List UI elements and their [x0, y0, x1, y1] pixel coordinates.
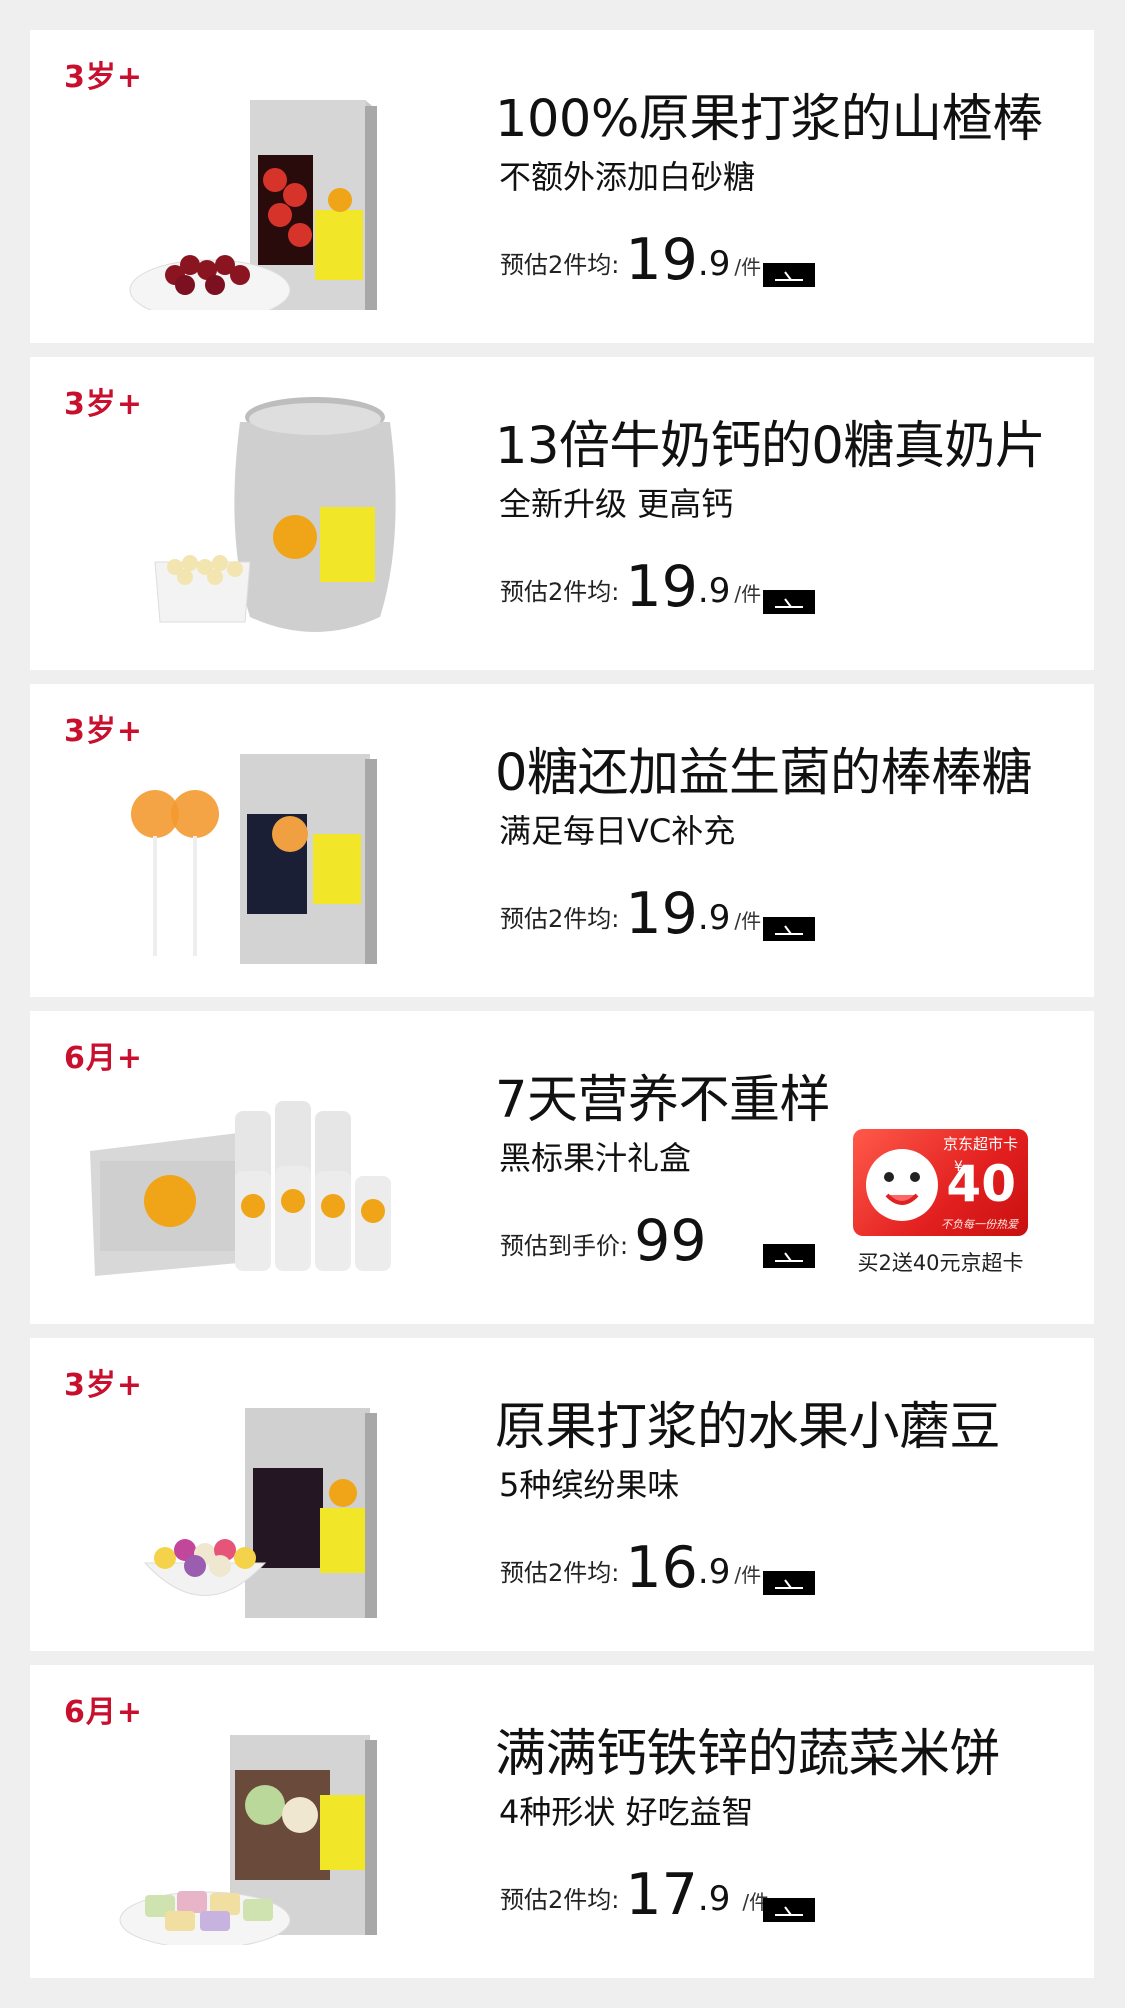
product-image[interactable]	[115, 387, 415, 637]
buy-arrow-icon[interactable]	[763, 1898, 815, 1922]
gift-slogan: 不负每一份热爱	[941, 1218, 1018, 1231]
product-card-juice-gift[interactable]: 6月+ 7天营养不重样 黑标果汁礼盒 预估到手价: 99 京东超市卡 ¥ 40 …	[30, 1011, 1094, 1324]
product-subtitle: 全新升级 更高钙	[499, 485, 734, 523]
price-prefix: 预估2件均:	[500, 1559, 620, 1587]
product-image[interactable]	[115, 1695, 415, 1949]
price-row: 预估2件均: 17 .9 /件	[500, 1865, 769, 1925]
mascot-dog-icon	[866, 1149, 938, 1221]
supermarket-gift-card[interactable]: 京东超市卡 ¥ 40 不负每一份热爱	[853, 1129, 1028, 1236]
price-unit: /件	[734, 255, 762, 279]
product-card-fruit-melts[interactable]: 3岁+ 原果打浆的水果小蘑豆 5种缤纷果味 预估2件均: 16 .9 /件	[30, 1338, 1094, 1651]
price-integer: 19	[625, 227, 698, 293]
product-subtitle: 满足每日VC补充	[499, 812, 736, 850]
price-unit: /件	[734, 909, 762, 933]
product-title: 7天营养不重样	[495, 1071, 830, 1130]
price-integer: 99	[634, 1208, 707, 1274]
buy-arrow-icon[interactable]	[763, 590, 815, 614]
product-title: 13倍牛奶钙的0糖真奶片	[495, 417, 1046, 476]
product-subtitle: 4种形状 好吃益智	[499, 1793, 754, 1831]
product-title: 0糖还加益生菌的棒棒糖	[495, 744, 1032, 803]
price-row: 预估2件均: 19 .9 /件	[500, 230, 761, 290]
price-row: 预估到手价: 99	[500, 1211, 707, 1271]
product-image[interactable]	[85, 1041, 445, 1291]
product-image[interactable]	[115, 714, 415, 974]
price-prefix: 预估2件均:	[500, 578, 620, 606]
buy-arrow-icon[interactable]	[763, 1244, 815, 1268]
price-unit: /件	[734, 582, 762, 606]
buy-arrow-icon[interactable]	[763, 263, 815, 287]
price-prefix: 预估2件均:	[500, 905, 620, 933]
price-decimal: .9	[697, 1552, 731, 1592]
price-integer: 19	[625, 881, 698, 947]
price-prefix: 预估2件均:	[500, 251, 620, 279]
buy-arrow-icon[interactable]	[763, 1571, 815, 1595]
product-title: 100%原果打浆的山楂棒	[495, 90, 1043, 149]
gift-amount: 40	[946, 1155, 1016, 1213]
price-row: 预估2件均: 19 .9 /件	[500, 884, 761, 944]
gift-card-title: 京东超市卡	[942, 1135, 1018, 1153]
price-prefix: 预估到手价:	[500, 1232, 629, 1260]
price-row: 预估2件均: 19 .9 /件	[500, 557, 761, 617]
price-decimal: .9	[697, 1879, 731, 1919]
product-subtitle: 不额外添加白砂糖	[499, 158, 756, 196]
product-card-lollipop[interactable]: 3岁+ 0糖还加益生菌的棒棒糖 满足每日VC补充 预估2件均: 19 .9 /件	[30, 684, 1094, 997]
product-title: 满满钙铁锌的蔬菜米饼	[495, 1725, 1001, 1784]
product-title: 原果打浆的水果小蘑豆	[495, 1398, 1001, 1457]
price-decimal: .9	[697, 244, 731, 284]
product-card-milk-tablets[interactable]: 3岁+ 13倍牛奶钙的0糖真奶片 全新升级 更高钙 预估2件均: 19 .9 /…	[30, 357, 1094, 670]
product-card-hawthorn[interactable]: 3岁+ 100%原果打浆的山楂棒 不额外添加白砂糖 预估2件均: 19 .9 /…	[30, 30, 1094, 343]
price-integer: 19	[625, 554, 698, 620]
price-unit: /件	[734, 1563, 762, 1587]
buy-arrow-icon[interactable]	[763, 917, 815, 941]
price-prefix: 预估2件均:	[500, 1886, 620, 1914]
price-integer: 17	[625, 1862, 698, 1928]
price-decimal: .9	[697, 898, 731, 938]
price-row: 预估2件均: 16 .9 /件	[500, 1538, 761, 1598]
price-integer: 16	[625, 1535, 698, 1601]
gift-caption: 买2送40元京超卡	[857, 1251, 1024, 1275]
product-image[interactable]	[115, 1368, 415, 1628]
product-image[interactable]	[115, 60, 415, 328]
product-card-rice-cracker[interactable]: 6月+ 满满钙铁锌的蔬菜米饼 4种形状 好吃益智 预估2件均: 17 .9 /件	[30, 1665, 1094, 1978]
price-decimal: .9	[697, 571, 731, 611]
product-subtitle: 5种缤纷果味	[499, 1466, 680, 1504]
